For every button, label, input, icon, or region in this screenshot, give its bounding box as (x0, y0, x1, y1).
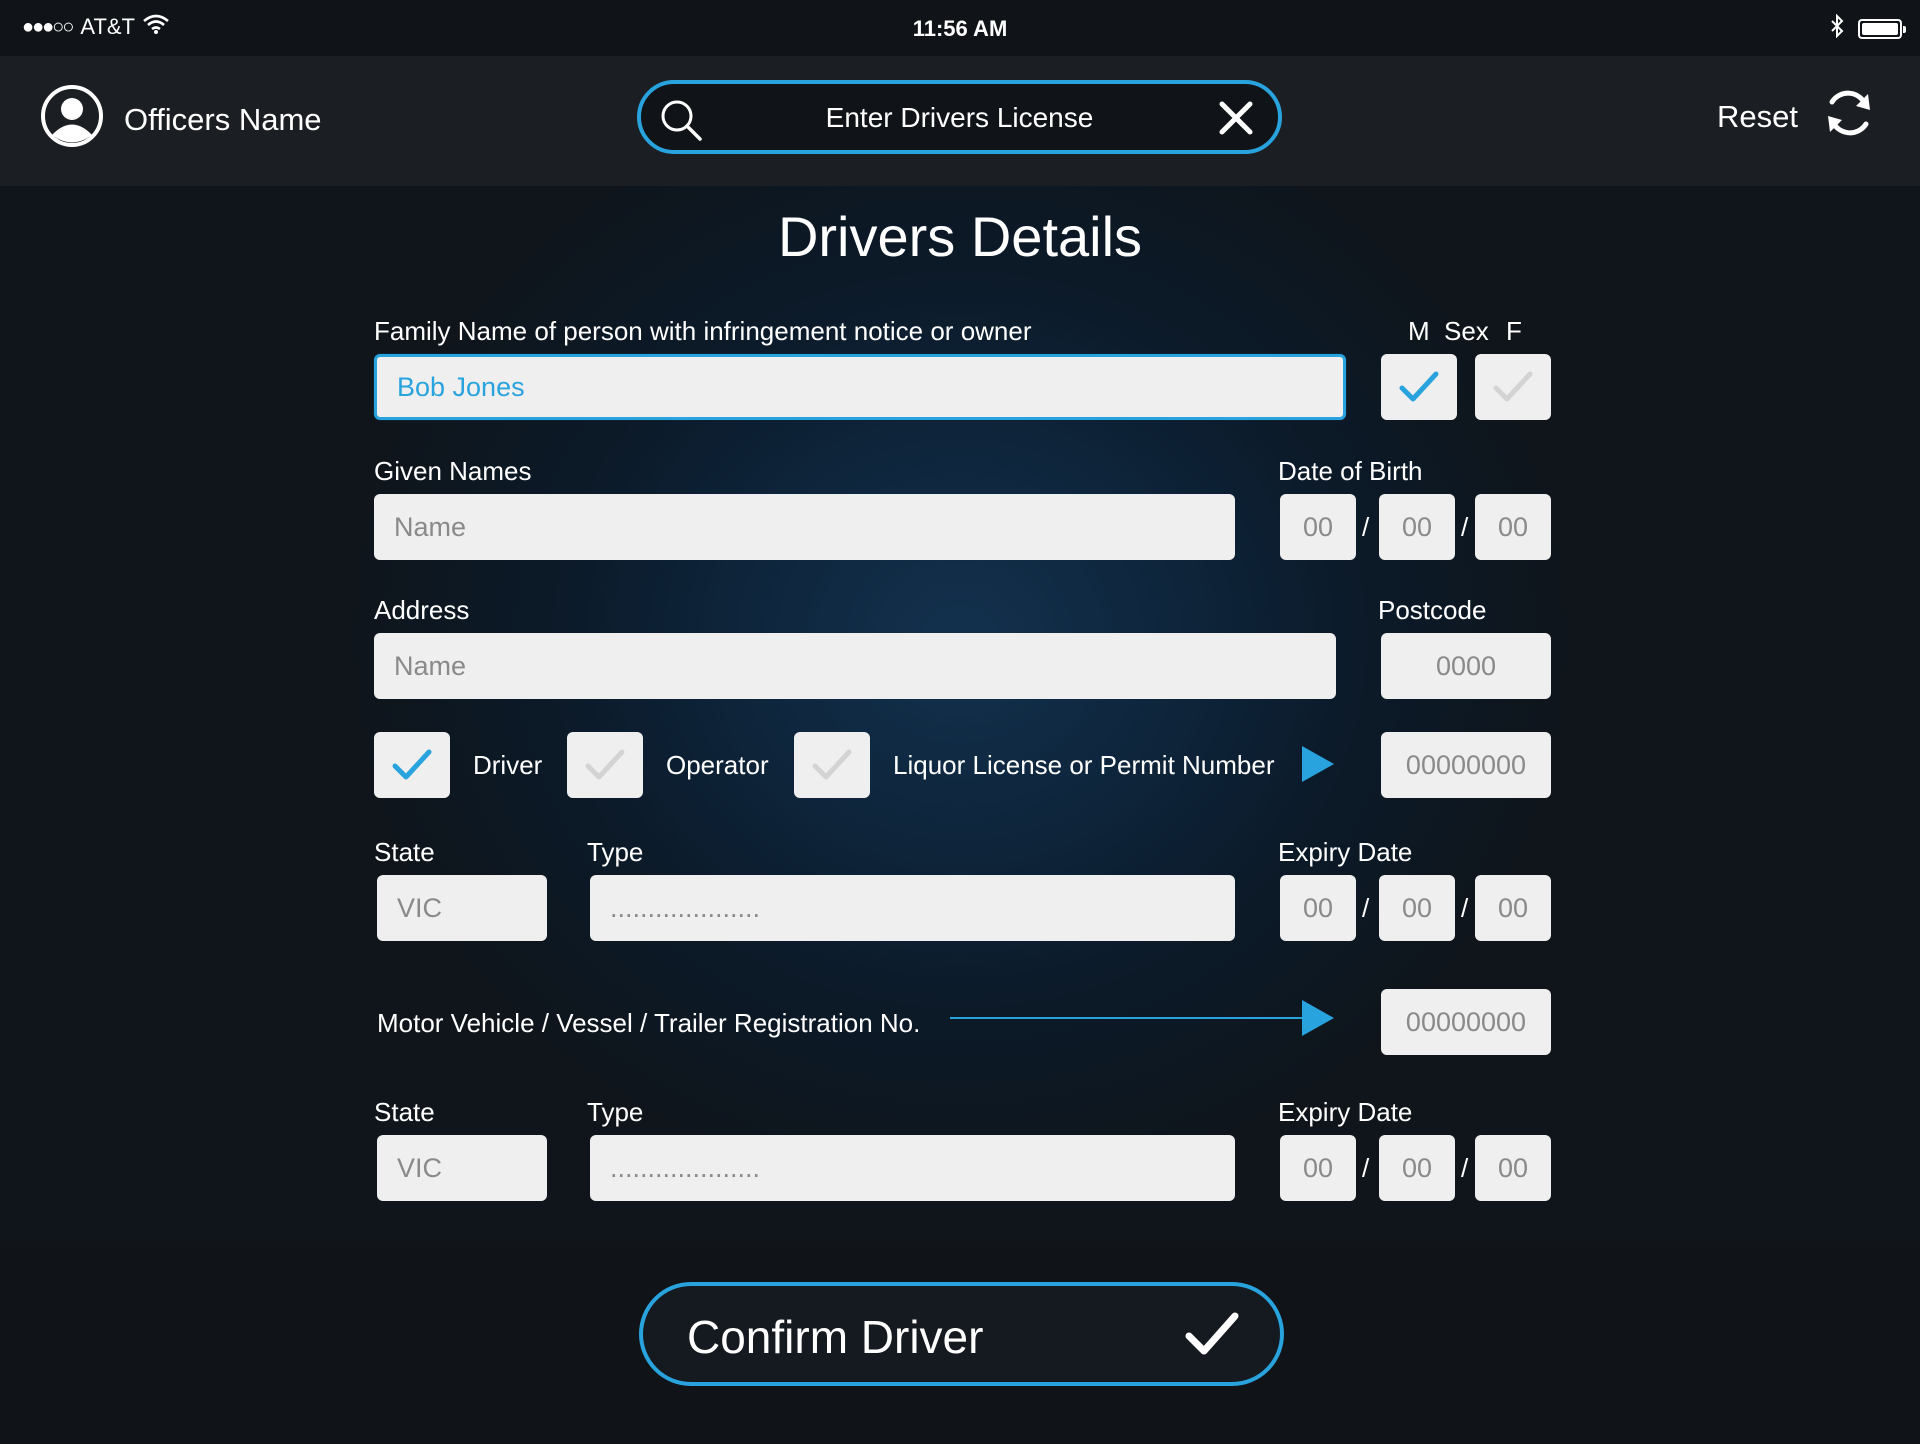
date-separator: / (1461, 893, 1469, 923)
date-separator: / (1362, 893, 1370, 923)
license-state-field[interactable]: VIC (377, 875, 547, 941)
family-name-label: Family Name of person with infringement … (374, 316, 1032, 346)
license-expiry-month-field[interactable]: 00 (1379, 875, 1455, 941)
bluetooth-icon (1830, 13, 1844, 44)
state-label: State (374, 837, 435, 867)
registration-state-field[interactable]: VIC (377, 1135, 547, 1201)
dob-year-field[interactable]: 00 (1475, 494, 1551, 560)
reset-label: Reset (1717, 99, 1798, 134)
license-expiry-day-field[interactable]: 00 (1280, 875, 1356, 941)
dob-label: Date of Birth (1278, 456, 1423, 486)
confirm-driver-label: Confirm Driver (687, 1311, 984, 1363)
play-arrow-icon (1302, 746, 1334, 782)
date-separator: / (1461, 512, 1469, 542)
date-separator: / (1461, 1153, 1469, 1183)
driver-checkbox[interactable] (374, 732, 450, 798)
checkmark-icon (1184, 1310, 1240, 1363)
registration-expiry-month-field[interactable]: 00 (1379, 1135, 1455, 1201)
registration-number-field[interactable]: 00000000 (1381, 989, 1551, 1055)
expiry-date-label: Expiry Date (1278, 1097, 1413, 1127)
date-separator: / (1362, 1153, 1370, 1183)
reset-button[interactable]: Reset (1717, 86, 1876, 148)
expiry-date-label: Expiry Date (1278, 837, 1413, 867)
liquor-license-label: Liquor License or Permit Number (893, 750, 1275, 780)
sex-male-checkbox[interactable] (1381, 354, 1457, 420)
drivers-details-form: Drivers Details Family Name of person wi… (0, 186, 1920, 1242)
sex-female-label: F (1506, 316, 1522, 346)
registration-expiry-day-field[interactable]: 00 (1280, 1135, 1356, 1201)
driver-label: Driver (473, 750, 543, 780)
close-icon[interactable] (1216, 98, 1256, 143)
operator-checkbox[interactable] (567, 732, 643, 798)
checkmark-icon (392, 749, 432, 780)
registration-arrow-icon (950, 1000, 1334, 1036)
given-names-label: Given Names (374, 456, 532, 486)
checkmark-icon (585, 749, 625, 780)
checkmark-icon (1493, 371, 1533, 402)
postcode-label: Postcode (1378, 595, 1487, 625)
license-number-field[interactable]: 00000000 (1381, 732, 1551, 798)
state-label: State (374, 1097, 435, 1127)
given-names-field[interactable]: Name (374, 494, 1235, 560)
postcode-field[interactable]: 0000 (1381, 633, 1551, 699)
checkmark-icon (1399, 371, 1439, 402)
status-bar: ●●●○○ AT&T 11:56 AM (0, 0, 1920, 56)
date-separator: / (1362, 512, 1370, 542)
top-header: Officers Name Enter Drivers License Rese… (0, 56, 1920, 186)
liquor-license-checkbox[interactable] (794, 732, 870, 798)
operator-label: Operator (666, 750, 769, 780)
page-title: Drivers Details (777, 205, 1143, 268)
status-time: 11:56 AM (912, 16, 1008, 41)
family-name-field[interactable]: Bob Jones (374, 354, 1346, 420)
battery-icon (1858, 19, 1906, 39)
address-label: Address (374, 595, 470, 625)
footer-bar: Confirm Driver (0, 1242, 1920, 1444)
license-expiry-year-field[interactable]: 00 (1475, 875, 1551, 941)
sex-female-checkbox[interactable] (1475, 354, 1551, 420)
sex-male-label: M (1408, 316, 1430, 346)
registration-type-field[interactable]: .................... (590, 1135, 1235, 1201)
confirm-driver-button[interactable]: Confirm Driver (639, 1282, 1284, 1386)
checkmark-icon (812, 749, 852, 780)
user-avatar-icon (40, 84, 104, 156)
registration-label: Motor Vehicle / Vessel / Trailer Registr… (377, 1008, 921, 1038)
search-input[interactable]: Enter Drivers License (641, 102, 1278, 134)
address-field[interactable]: Name (374, 633, 1336, 699)
license-type-field[interactable]: .................... (590, 875, 1235, 941)
sex-label: Sex (1444, 316, 1489, 346)
type-label: Type (587, 837, 644, 867)
officer-name: Officers Name (124, 102, 322, 137)
dob-month-field[interactable]: 00 (1379, 494, 1455, 560)
type-label: Type (587, 1097, 644, 1127)
officer-profile[interactable]: Officers Name (40, 84, 322, 156)
dob-day-field[interactable]: 00 (1280, 494, 1356, 560)
refresh-icon (1822, 86, 1876, 148)
registration-expiry-year-field[interactable]: 00 (1475, 1135, 1551, 1201)
license-search-bar[interactable]: Enter Drivers License (637, 80, 1282, 154)
